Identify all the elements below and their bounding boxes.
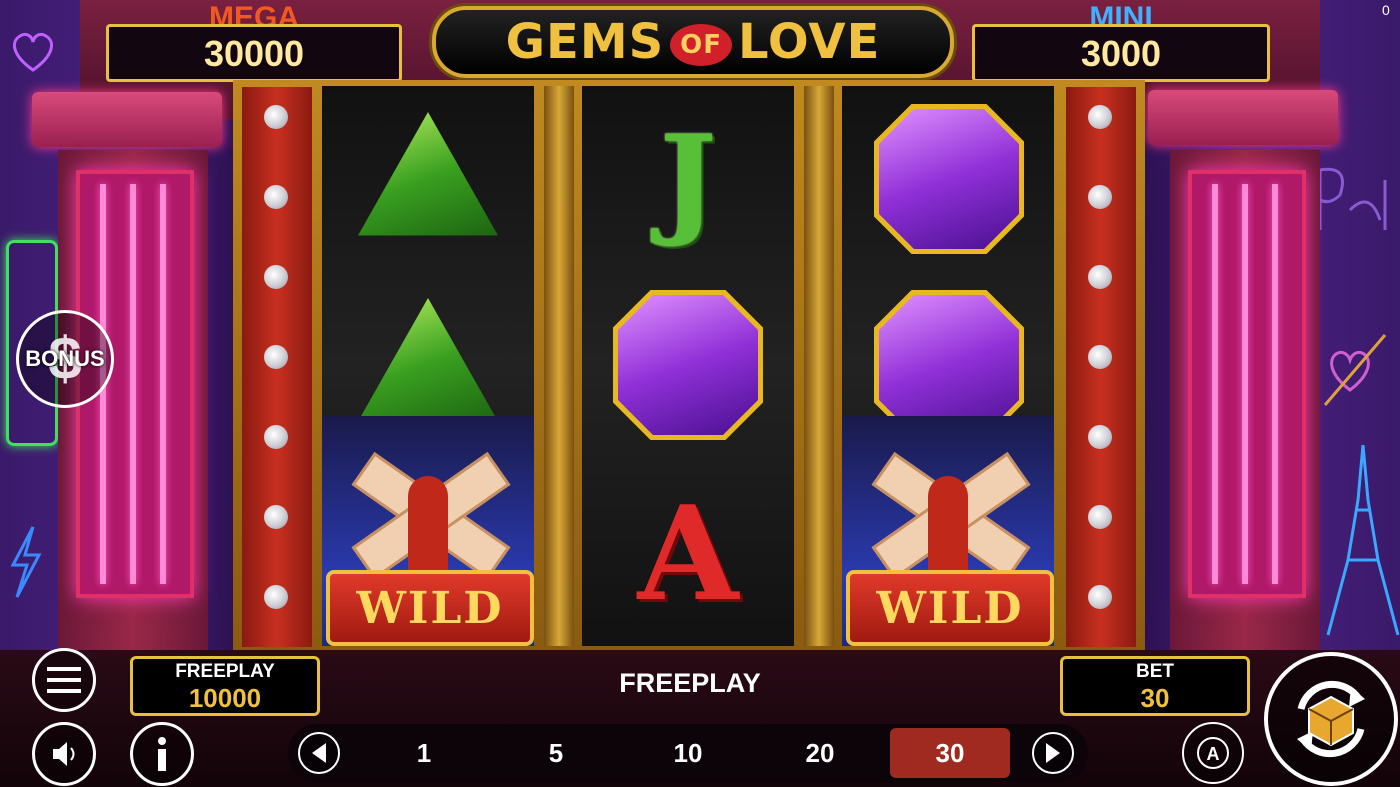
reel-separator <box>544 86 574 646</box>
right-column-capital <box>1148 90 1338 145</box>
light-bulb <box>1088 105 1112 129</box>
status-message: FREEPLAY <box>619 668 761 698</box>
light-bulb <box>1088 505 1112 529</box>
windmill-icon <box>928 476 968 576</box>
bet-option-5[interactable]: 5 <box>496 724 616 782</box>
info-icon <box>158 737 166 771</box>
light-bulb <box>264 265 288 289</box>
wild-label: WILD <box>846 570 1054 646</box>
a-symbol: A <box>582 476 794 630</box>
game-title: GEMS OF LOVE <box>436 14 950 70</box>
bet-label: BET <box>1136 661 1174 682</box>
neon-bolt-icon <box>10 526 42 598</box>
bonus-label: BONUS <box>25 346 105 371</box>
green-gem-icon <box>358 298 498 422</box>
bonus-button[interactable]: $ BONUS <box>16 310 114 408</box>
purple-gem-icon <box>879 295 1019 435</box>
bet-option-20[interactable]: 20 <box>760 724 880 782</box>
neon-heart-icon <box>12 32 54 72</box>
a-symbol-letter: A <box>637 476 739 630</box>
reel-2: J A <box>582 86 794 646</box>
spin-icon <box>1297 680 1365 758</box>
j-symbol: J <box>582 104 794 254</box>
light-bulb <box>264 425 288 449</box>
right-column-neon <box>1188 170 1306 598</box>
logo-word-love: LOVE <box>738 14 881 70</box>
reel-3: WILD <box>842 86 1054 646</box>
reel-separator <box>804 86 834 646</box>
arrow-right-icon <box>1046 743 1060 763</box>
reel-1: WILD <box>322 86 534 646</box>
purple-gem-symbol <box>874 104 1024 254</box>
corner-counter: 0 <box>1382 2 1390 18</box>
light-bulb <box>264 105 288 129</box>
green-gem-icon <box>358 112 498 236</box>
menu-button[interactable] <box>32 648 96 712</box>
left-column-capital <box>32 92 222 147</box>
wild-symbol: WILD <box>322 416 534 646</box>
neon-heart-arrow-icon <box>1323 334 1387 406</box>
bet-value: 30 <box>1140 683 1170 713</box>
logo-word-of: OF <box>680 30 723 60</box>
right-column <box>1170 150 1320 690</box>
green-gem-symbol <box>358 112 498 242</box>
balance-value: 10000 <box>188 683 262 713</box>
bet-option-10[interactable]: 10 <box>628 724 748 782</box>
balance-label: FREEPLAY <box>175 661 275 682</box>
light-bulb <box>264 185 288 209</box>
light-bulb <box>264 345 288 369</box>
mega-jackpot-box: 30000 <box>106 24 402 82</box>
game-logo: GEMS OF LOVE <box>432 6 954 78</box>
sound-icon <box>53 742 75 766</box>
mini-jackpot-box: 3000 <box>972 24 1270 82</box>
neon-eiffel-tower-icon <box>1326 444 1400 636</box>
logo-word-gems: GEMS <box>505 14 665 70</box>
arrow-left-icon <box>312 743 326 763</box>
right-light-column <box>1066 87 1136 647</box>
lips-logo-icon: OF <box>670 24 733 66</box>
light-bulb <box>1088 265 1112 289</box>
purple-gem-icon <box>618 295 758 435</box>
light-bulb <box>264 585 288 609</box>
j-symbol-letter: J <box>659 108 717 250</box>
bet-option-1[interactable]: 1 <box>364 724 484 782</box>
autoplay-button[interactable]: A <box>1182 722 1244 784</box>
wild-label: WILD <box>326 570 534 646</box>
balance-box: FREEPLAY 10000 <box>130 656 320 716</box>
wild-symbol: WILD <box>842 416 1054 646</box>
light-bulb <box>1088 185 1112 209</box>
left-column <box>58 150 208 690</box>
windmill-icon <box>408 476 448 576</box>
bet-box: BET 30 <box>1060 656 1250 716</box>
info-button[interactable] <box>130 722 194 786</box>
purple-gem-icon <box>879 109 1019 249</box>
light-bulb <box>1088 345 1112 369</box>
svg-text:A: A <box>1207 744 1220 764</box>
neon-paris-sign-icon <box>1318 167 1387 230</box>
autoplay-icon: A <box>1197 737 1229 769</box>
bet-decrease-button[interactable] <box>298 732 340 774</box>
green-gem-symbol <box>358 298 498 428</box>
bet-increase-button[interactable] <box>1032 732 1074 774</box>
left-light-column <box>242 87 312 647</box>
mini-jackpot-value: 3000 <box>1080 33 1162 74</box>
light-bulb <box>1088 425 1112 449</box>
purple-gem-symbol <box>613 290 763 440</box>
mega-jackpot-value: 30000 <box>203 33 305 74</box>
bet-option-30-selected[interactable]: 30 <box>890 728 1010 778</box>
light-bulb <box>264 505 288 529</box>
spin-button[interactable] <box>1264 652 1398 786</box>
menu-icon <box>47 667 81 693</box>
sound-button[interactable] <box>32 722 96 786</box>
light-bulb <box>1088 585 1112 609</box>
